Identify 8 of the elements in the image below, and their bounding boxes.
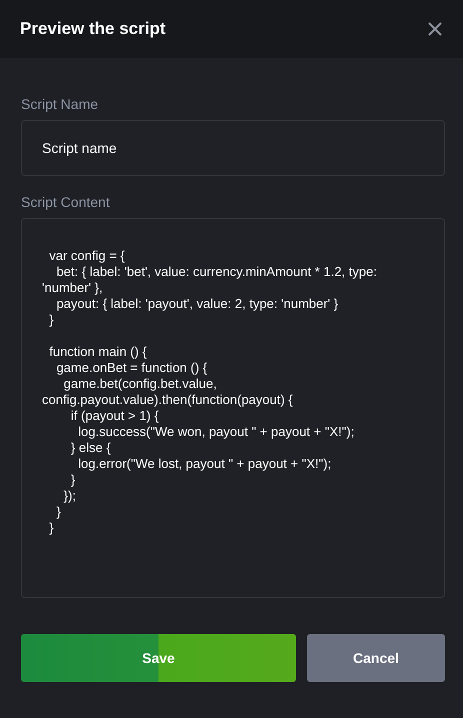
field-label: Script Name: [21, 96, 100, 112]
dialog-title: Preview the script: [20, 19, 166, 39]
save-button[interactable]: Save: [21, 634, 296, 682]
script-name-field[interactable]: Script name: [21, 120, 445, 176]
cancel-button[interactable]: Cancel: [307, 634, 445, 682]
script-content-field[interactable]: var config = { bet: { label: 'bet', value: currency.minAmount * 1.2, type: 'number' }, payout: { label: 'payout', value: 2, type: 'number' } } function main () { game.onBet = function () { game.bet(config.bet.value, config.payout.value).then(function(payout) { if (payout > 1) { log.success("We won, payout " + payout + "X!"); } else { log.error("We lost, payout " + payout + "X!"); } }); } }: [21, 218, 445, 598]
close-icon[interactable]: [428, 22, 442, 36]
field-label: Script Content: [21, 194, 111, 210]
